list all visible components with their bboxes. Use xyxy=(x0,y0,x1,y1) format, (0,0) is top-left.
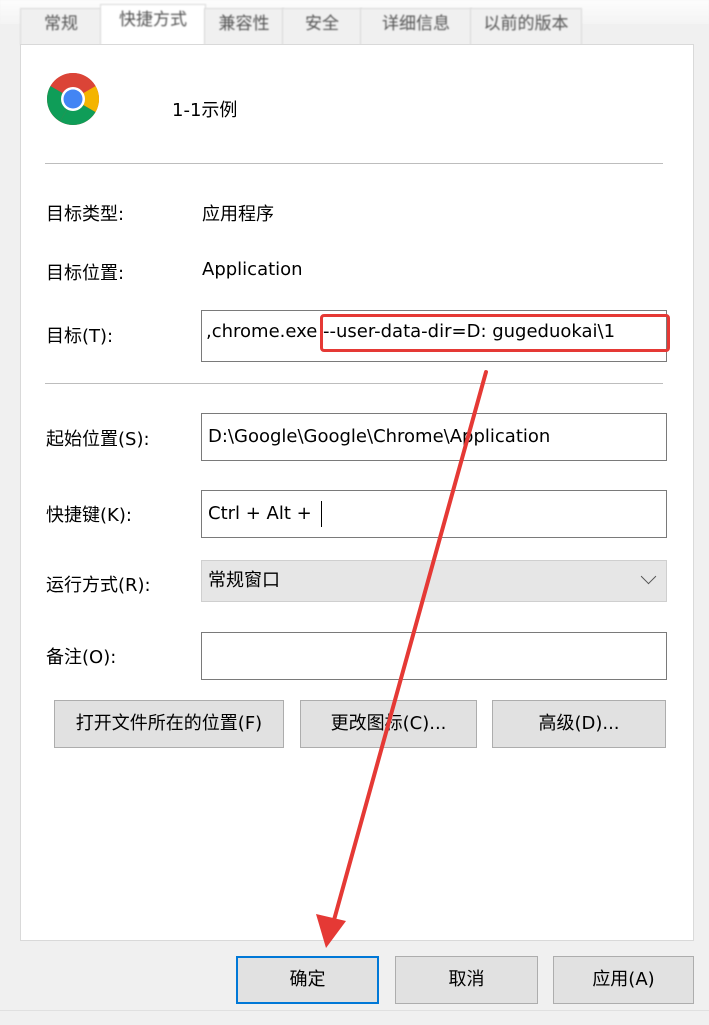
comment-label: 备注(O): xyxy=(46,647,117,668)
tab-strip: 常规 快捷方式 兼容性 安全 详细信息 以前的版本 xyxy=(20,4,700,45)
shortcut-key-label: 快捷键(K): xyxy=(46,505,132,526)
run-select[interactable]: 常规窗口 xyxy=(201,560,667,602)
change-icon-button[interactable]: 更改图标(C)... xyxy=(300,700,477,748)
ok-button[interactable]: 确定 xyxy=(236,956,379,1004)
run-label: 运行方式(R): xyxy=(46,575,151,596)
apply-button[interactable]: 应用(A) xyxy=(553,956,694,1004)
tab-general[interactable]: 常规 xyxy=(20,8,102,45)
cancel-button[interactable]: 取消 xyxy=(395,956,538,1004)
target-type-label: 目标类型: xyxy=(46,204,125,225)
comment-input[interactable] xyxy=(201,632,667,680)
chrome-icon xyxy=(47,73,99,125)
tab-compatibility[interactable]: 兼容性 xyxy=(204,8,284,45)
shortcut-key-value: Ctrl + Alt + xyxy=(208,503,318,524)
run-select-value: 常规窗口 xyxy=(208,570,280,591)
text-caret xyxy=(321,501,323,527)
target-location-label: 目标位置: xyxy=(46,263,125,284)
tab-shortcut[interactable]: 快捷方式 xyxy=(100,4,206,45)
chevron-down-icon xyxy=(640,568,657,585)
open-file-location-button[interactable]: 打开文件所在的位置(F) xyxy=(54,700,284,748)
annotation-highlight-box xyxy=(320,314,670,352)
target-value-prefix: ,chrome.exe xyxy=(206,321,318,342)
tab-security[interactable]: 安全 xyxy=(282,8,362,45)
start-in-input[interactable]: D:\Google\Google\Chrome\Application xyxy=(201,413,667,461)
target-location-value: Application xyxy=(202,259,303,280)
target-type-value: 应用程序 xyxy=(202,204,274,225)
start-in-label: 起始位置(S): xyxy=(46,429,150,450)
advanced-button[interactable]: 高级(D)... xyxy=(492,700,666,748)
shortcut-name: 1-1示例 xyxy=(172,100,238,121)
tab-previous-versions[interactable]: 以前的版本 xyxy=(470,8,582,45)
target-label: 目标(T): xyxy=(46,326,114,347)
shortcut-key-input[interactable]: Ctrl + Alt + xyxy=(201,490,667,538)
window-bottom-edge xyxy=(0,1010,709,1025)
separator xyxy=(45,163,663,164)
separator xyxy=(45,383,663,384)
tab-details[interactable]: 详细信息 xyxy=(360,8,472,45)
